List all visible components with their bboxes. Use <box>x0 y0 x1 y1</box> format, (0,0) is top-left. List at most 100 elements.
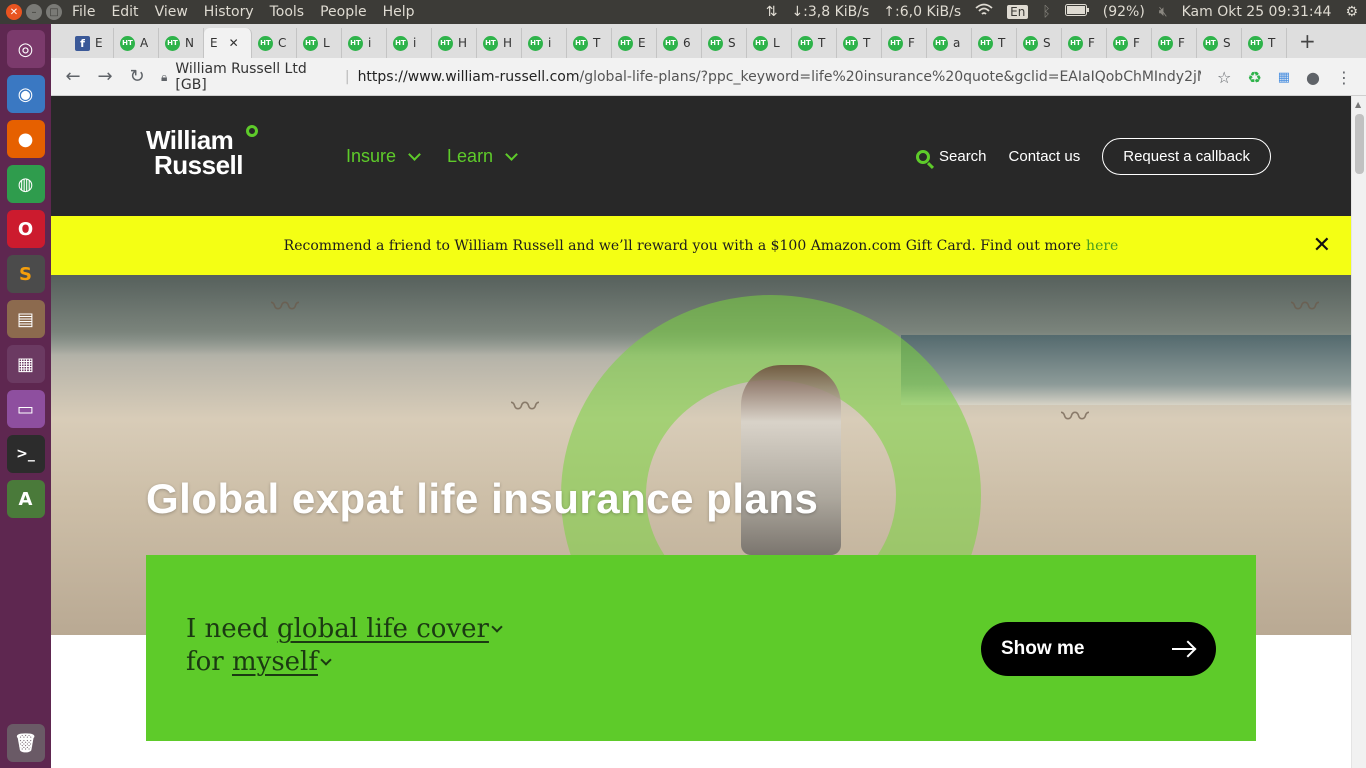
page-scrollbar[interactable]: ▲ <box>1351 96 1366 768</box>
browser-tab[interactable]: HT S <box>702 28 747 58</box>
tab-title: E <box>638 36 646 50</box>
firefox-icon[interactable]: ● <box>6 120 45 158</box>
browser-tab[interactable]: HT T <box>837 28 882 58</box>
calendar-extension-icon[interactable]: ▦ <box>1278 70 1290 85</box>
browser-tab[interactable]: HT T <box>1242 28 1287 58</box>
recycle-extension-icon[interactable]: ♻ <box>1247 68 1261 87</box>
browser-tab[interactable]: HT E <box>612 28 657 58</box>
menu-edit[interactable]: Edit <box>103 4 146 20</box>
chrome-icon[interactable]: ◍ <box>6 165 45 203</box>
settings-gear-icon[interactable]: ⚙ <box>1345 4 1358 20</box>
browser-tab[interactable]: HT N <box>159 28 204 58</box>
browser-tab[interactable]: HT L <box>747 28 792 58</box>
transfer-icon[interactable]: ⇅ <box>766 4 778 20</box>
back-arrow-icon[interactable]: ← <box>57 66 89 87</box>
promo-here-link[interactable]: here <box>1086 238 1118 254</box>
browser-tab[interactable]: HT T <box>792 28 837 58</box>
show-me-button[interactable]: Show me <box>981 622 1216 676</box>
battery-icon[interactable] <box>1064 4 1089 20</box>
cover-type-dropdown[interactable]: global life cover <box>277 614 489 644</box>
site-favicon-icon: HT <box>528 35 543 51</box>
browser-tab[interactable]: HT T <box>972 28 1017 58</box>
browser-tab[interactable]: HT A <box>114 28 159 58</box>
chevron-down-icon[interactable] <box>320 654 332 666</box>
browser-tab[interactable]: HT F <box>1152 28 1197 58</box>
bookmark-star-icon[interactable]: ☆ <box>1217 68 1231 87</box>
new-tab-plus-icon[interactable]: + <box>1299 29 1316 53</box>
file-manager-icon[interactable]: ▤ <box>6 300 45 338</box>
request-callback-button[interactable]: Request a callback <box>1102 138 1271 175</box>
ubuntu-dash-icon[interactable]: ◎ <box>6 30 45 68</box>
browser-tab[interactable]: HT T <box>567 28 612 58</box>
cover-for-dropdown[interactable]: myself <box>232 647 318 677</box>
window-minimize-button[interactable]: – <box>26 4 42 20</box>
browser-tab[interactable]: HT 6 <box>657 28 702 58</box>
window-close-button[interactable]: ✕ <box>6 4 22 20</box>
sentence-for: for <box>186 647 224 677</box>
site-favicon-icon: HT <box>978 35 993 51</box>
site-identity[interactable]: William Russell Ltd [GB] <box>175 61 336 93</box>
browser-tab[interactable]: HT F <box>882 28 927 58</box>
browser-tab[interactable]: HT H <box>477 28 522 58</box>
url-text[interactable]: https://www.william-russell.com/global-l… <box>358 69 1201 85</box>
browser-tab[interactable]: HT H <box>432 28 477 58</box>
browser-tab[interactable]: HT S <box>1017 28 1062 58</box>
software-center-icon[interactable]: A <box>6 480 45 518</box>
chevron-down-icon[interactable] <box>491 621 503 633</box>
clock[interactable]: Kam Okt 25 09:31:44 <box>1182 4 1332 20</box>
browser-tab[interactable]: HT F <box>1062 28 1107 58</box>
seagull-icon: 〰 <box>1291 290 1320 323</box>
toolbar-actions: ☆ ♻ ▦ ● ⋮ <box>1217 58 1352 96</box>
menu-people[interactable]: People <box>312 4 375 20</box>
tab-close-icon[interactable]: ✕ <box>229 36 239 50</box>
menu-view[interactable]: View <box>147 4 196 20</box>
arrow-right-icon <box>1172 648 1194 650</box>
account-avatar-icon[interactable]: ● <box>1306 68 1320 87</box>
wifi-icon[interactable] <box>975 3 993 21</box>
window-maximize-button[interactable]: □ <box>46 4 62 20</box>
browser-tab[interactable]: HT i <box>387 28 432 58</box>
close-icon[interactable]: ✕ <box>1313 233 1331 258</box>
browser-tab[interactable]: HT a <box>927 28 972 58</box>
chromium-icon[interactable]: ◉ <box>6 75 45 113</box>
terminal-icon[interactable]: >_ <box>6 435 45 473</box>
bluetooth-icon[interactable]: ᛒ <box>1042 4 1050 20</box>
site-favicon-icon: HT <box>393 35 408 51</box>
trash-icon[interactable]: 🗑︎ <box>6 724 45 762</box>
workspace-switcher-icon[interactable]: ▦ <box>6 345 45 383</box>
menu-tools[interactable]: Tools <box>262 4 313 20</box>
browser-menu-icon[interactable]: ⋮ <box>1336 68 1352 87</box>
nav-learn[interactable]: Learn <box>447 146 518 167</box>
tab-title: H <box>458 36 468 50</box>
opera-icon[interactable]: O <box>6 210 45 248</box>
browser-tab[interactable]: HT F <box>1107 28 1152 58</box>
scroll-up-arrow-icon[interactable]: ▲ <box>1355 100 1361 109</box>
menu-history[interactable]: History <box>196 4 262 20</box>
contact-us-link[interactable]: Contact us <box>1009 148 1081 165</box>
address-separator: | <box>344 69 350 85</box>
volume-muted-icon[interactable]: 🔇︎ <box>1159 4 1168 20</box>
menu-file[interactable]: File <box>64 4 103 20</box>
sublime-text-icon[interactable]: S <box>6 255 45 293</box>
browser-tab[interactable]: HT i <box>342 28 387 58</box>
window-controls: ✕ – □ <box>0 4 64 20</box>
browser-tab[interactable]: HT L <box>297 28 342 58</box>
reload-icon[interactable]: ↻ <box>121 66 153 87</box>
browser-tab[interactable]: HT S <box>1197 28 1242 58</box>
browser-tab[interactable]: HT i <box>522 28 567 58</box>
scrollbar-thumb[interactable] <box>1355 114 1364 174</box>
keyboard-layout-indicator[interactable]: En <box>1007 5 1029 19</box>
tab-title: F <box>1133 36 1140 50</box>
tab-title: T <box>863 36 871 50</box>
browser-tab[interactable]: HT C <box>252 28 297 58</box>
address-bar[interactable]: 🔒︎ William Russell Ltd [GB] | https://ww… <box>161 61 1201 93</box>
menu-help[interactable]: Help <box>375 4 423 20</box>
nav-insure[interactable]: Insure <box>346 146 421 167</box>
browser-tab-active[interactable]: E ✕ <box>204 28 252 58</box>
forward-arrow-icon[interactable]: → <box>89 66 121 87</box>
lock-icon[interactable]: 🔒︎ <box>161 70 167 85</box>
search-button[interactable]: Search <box>916 148 987 165</box>
william-russell-logo[interactable]: William Russell <box>146 125 258 178</box>
software-updater-icon[interactable]: ▭ <box>6 390 45 428</box>
browser-tab[interactable]: fE <box>69 28 114 58</box>
